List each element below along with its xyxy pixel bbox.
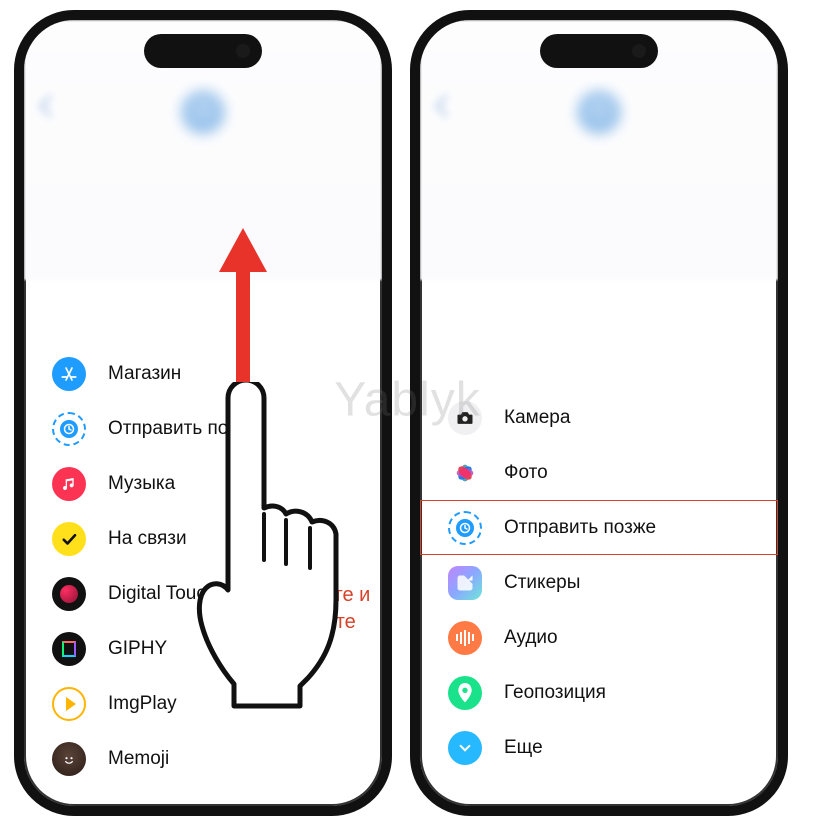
phones-row: Магазин Отправить позже Музыка <box>0 0 815 826</box>
clock-dashed-icon <box>52 412 86 446</box>
menu-item-label: Отправить позже <box>504 517 656 539</box>
menu-item-send-later[interactable]: Отправить позже <box>24 401 382 456</box>
menu-item-music[interactable]: Музыка <box>24 456 382 511</box>
menu-item-label: Фото <box>504 462 548 484</box>
menu-item-stickers[interactable]: Стикеры <box>420 555 778 610</box>
phone-right: Камера <box>410 10 788 816</box>
appstore-icon <box>52 357 86 391</box>
menu-item-memoji[interactable]: Memoji <box>24 731 382 786</box>
menu-item-label: Отправить позже <box>108 418 260 440</box>
menu-item-imgplay[interactable]: ImgPlay <box>24 676 382 731</box>
camera-icon <box>448 401 482 435</box>
photos-icon <box>448 456 482 490</box>
menu-item-checkin[interactable]: На связи <box>24 511 382 566</box>
contact-avatar[interactable] <box>181 90 225 134</box>
imessage-apps-menu: Магазин Отправить позже Музыка <box>24 346 382 786</box>
digital-touch-icon <box>52 577 86 611</box>
menu-item-label: Геопозиция <box>504 682 606 704</box>
memoji-icon <box>52 742 86 776</box>
menu-item-label: Музыка <box>108 473 175 495</box>
stickers-icon <box>448 566 482 600</box>
audio-icon <box>448 621 482 655</box>
menu-item-label: Аудио <box>504 627 558 649</box>
menu-item-camera[interactable]: Камера <box>420 390 778 445</box>
hint-text: Зажмите и потяните вверх <box>272 582 382 663</box>
giphy-icon <box>52 632 86 666</box>
menu-item-label: Еще <box>504 737 543 759</box>
menu-item-label: ImgPlay <box>108 693 177 715</box>
menu-item-label: Магазин <box>108 363 181 385</box>
menu-item-location[interactable]: Геопозиция <box>420 665 778 720</box>
contact-avatar[interactable] <box>577 90 621 134</box>
menu-item-send-later[interactable]: Отправить позже <box>420 500 778 555</box>
check-icon <box>52 522 86 556</box>
menu-item-store[interactable]: Магазин <box>24 346 382 401</box>
dynamic-island <box>144 34 262 68</box>
phone-left: Магазин Отправить позже Музыка <box>14 10 392 816</box>
imgplay-icon <box>52 687 86 721</box>
menu-item-photos[interactable]: Фото <box>420 445 778 500</box>
back-icon[interactable] <box>39 95 62 118</box>
menu-item-label: Memoji <box>108 748 169 770</box>
imessage-apps-menu: Камера <box>420 390 778 775</box>
back-icon[interactable] <box>435 95 458 118</box>
menu-item-label: GIPHY <box>108 638 167 660</box>
menu-item-audio[interactable]: Аудио <box>420 610 778 665</box>
menu-item-label: Стикеры <box>504 572 580 594</box>
music-icon <box>52 467 86 501</box>
menu-item-label: Камера <box>504 407 570 429</box>
clock-dashed-icon <box>448 511 482 545</box>
menu-item-label: Digital Touch <box>108 583 216 605</box>
dynamic-island <box>540 34 658 68</box>
chevron-down-icon <box>448 731 482 765</box>
menu-item-label: На связи <box>108 528 187 550</box>
location-icon <box>448 676 482 710</box>
menu-item-more[interactable]: Еще <box>420 720 778 775</box>
drag-arrow-icon <box>219 228 267 410</box>
